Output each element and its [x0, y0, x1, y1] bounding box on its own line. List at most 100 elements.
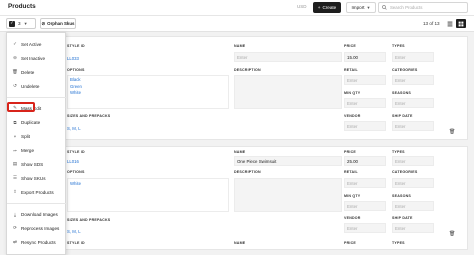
categories-field[interactable]: Enter	[392, 75, 434, 85]
options-area[interactable]	[67, 75, 229, 109]
name-label: NAME	[234, 150, 246, 154]
seasons-field[interactable]: Enter	[392, 98, 434, 108]
undo-icon: ↺	[13, 83, 17, 88]
menu-item-set-inactive[interactable]: ⊖ Set Inactive	[7, 53, 67, 63]
create-button[interactable]: + Create	[313, 2, 341, 13]
style-id-value[interactable]: LL033	[67, 56, 79, 61]
categories-label: CATEGORIES	[392, 170, 418, 174]
sync-icon: ⇄	[13, 239, 17, 244]
types-field[interactable]: Enter	[392, 52, 434, 62]
description-label: DESCRIPTION	[234, 170, 261, 174]
list-view-icon[interactable]	[445, 19, 455, 28]
top-header: Products USD + Create Import ▼	[0, 0, 474, 16]
sizes-prepacks-label: SIZES AND PREPACKS	[67, 218, 111, 222]
price-field[interactable]: 25.00	[344, 156, 386, 166]
trash-icon: 🗑	[12, 69, 18, 74]
seasons-field[interactable]: Enter	[392, 201, 434, 211]
description-label: DESCRIPTION	[234, 68, 261, 72]
import-button[interactable]: Import ▼	[346, 2, 376, 13]
seasons-label: SEASONS	[392, 91, 411, 95]
filter-icon: ⊘	[41, 20, 46, 26]
bulk-actions-menu: ✓ Set Active ⊖ Set Inactive 🗑 Delete ↺ Undel…	[6, 32, 67, 255]
select-all-checkbox[interactable]: ✓	[9, 20, 15, 27]
export-icon: ⇪	[13, 189, 17, 194]
vendor-field[interactable]: Enter	[344, 121, 386, 131]
options-area[interactable]	[67, 178, 229, 212]
copy-icon: ⧉	[13, 119, 17, 125]
refresh-icon: ⟳	[13, 225, 17, 230]
trash-icon[interactable]: 🗑	[449, 129, 455, 135]
retail-label: RETAIL	[344, 170, 358, 174]
price-label: PRICE	[344, 150, 356, 154]
result-count: 13 of 13	[423, 21, 440, 26]
menu-item-show-sds[interactable]: ▤ Show SDS	[7, 159, 67, 169]
options-label: OPTIONS	[67, 170, 85, 174]
mass-edit-highlight	[7, 102, 35, 112]
min-qty-field[interactable]: Enter	[344, 98, 386, 108]
chevron-down-icon: ▼	[366, 5, 371, 10]
minus-circle-icon: ⊖	[13, 55, 17, 60]
product-card: ☑ STYLE ID LL033 NAME Enter PRICE 15.00 …	[8, 36, 468, 140]
trash-icon[interactable]: 🗑	[449, 231, 455, 237]
orphan-skus-button[interactable]: ⊘ Orphan Skus	[40, 18, 76, 29]
ship-date-label: SHIP DATE	[392, 216, 413, 220]
ship-date-field[interactable]: Enter	[392, 121, 434, 131]
search-box[interactable]	[378, 2, 468, 13]
options-label: OPTIONS	[67, 68, 85, 72]
types-field[interactable]: Enter	[392, 156, 434, 166]
categories-label: CATEGORIES	[392, 68, 418, 72]
menu-divider	[7, 203, 67, 204]
menu-item-set-active[interactable]: ✓ Set Active	[7, 39, 67, 49]
menu-item-download-images[interactable]: ⤓ Download Images	[7, 209, 67, 219]
description-field[interactable]	[234, 75, 342, 109]
min-qty-field[interactable]: Enter	[344, 201, 386, 211]
grid-view-icon[interactable]	[456, 19, 466, 28]
retail-field[interactable]: Enter	[344, 75, 386, 85]
price-label: PRICE	[344, 44, 356, 48]
menu-item-delete[interactable]: 🗑 Delete	[7, 67, 67, 77]
vendor-field[interactable]: Enter	[344, 223, 386, 233]
price-field[interactable]: 15.00	[344, 52, 386, 62]
menu-item-reprocess-images[interactable]: ⟳ Reprocess Images	[7, 223, 67, 233]
list-icon: ☰	[12, 175, 18, 180]
min-qty-label: MIN QTY	[344, 194, 361, 198]
types-label: TYPES	[392, 241, 405, 245]
sizes-value[interactable]: S, M, L	[67, 126, 81, 131]
page-title: Products	[8, 3, 36, 10]
merge-icon: ⤝	[13, 147, 17, 153]
menu-item-show-skus[interactable]: ☰ Show SKUs	[7, 173, 67, 183]
bulk-select-dropdown[interactable]: ✓ 3 ▼	[6, 18, 36, 29]
toolbar: ✓ 3 ▼ ⊘ Orphan Skus 13 of 13	[0, 16, 474, 32]
name-field[interactable]: One Piece Swimsuit	[234, 156, 342, 166]
retail-field[interactable]: Enter	[344, 178, 386, 188]
search-input[interactable]	[389, 5, 467, 10]
style-id-label: STYLE ID	[67, 241, 85, 245]
ship-date-label: SHIP DATE	[392, 114, 413, 118]
style-id-label: STYLE ID	[67, 150, 85, 154]
chevron-down-icon: ▼	[23, 21, 28, 26]
menu-item-resync-products[interactable]: ⇄ Resync Products	[7, 237, 67, 247]
seasons-label: SEASONS	[392, 194, 411, 198]
menu-item-duplicate[interactable]: ⧉ Duplicate	[7, 117, 67, 127]
style-id-value[interactable]: LL016	[67, 159, 79, 164]
sizes-value[interactable]: S, M, L	[67, 229, 81, 234]
categories-field[interactable]: Enter	[392, 178, 434, 188]
search-icon	[382, 5, 387, 10]
name-field[interactable]: Enter	[234, 52, 342, 62]
menu-item-export-products[interactable]: ⇪ Export Products	[7, 187, 67, 197]
selected-count: 3	[18, 21, 21, 26]
document-icon: ▤	[12, 161, 18, 166]
menu-item-merge[interactable]: ⤝ Merge	[7, 145, 67, 155]
style-id-label: STYLE ID	[67, 44, 85, 48]
types-label: TYPES	[392, 150, 405, 154]
menu-item-undelete[interactable]: ↺ Undelete	[7, 81, 67, 91]
import-button-label: Import	[351, 5, 365, 10]
menu-item-split[interactable]: ⑂ Split	[7, 131, 67, 141]
description-field[interactable]	[234, 178, 342, 212]
ship-date-field[interactable]: Enter	[392, 223, 434, 233]
split-icon: ⑂	[13, 133, 17, 139]
min-qty-label: MIN QTY	[344, 91, 361, 95]
retail-label: RETAIL	[344, 68, 358, 72]
currency-label: USD	[297, 4, 307, 9]
download-icon: ⤓	[14, 211, 16, 217]
